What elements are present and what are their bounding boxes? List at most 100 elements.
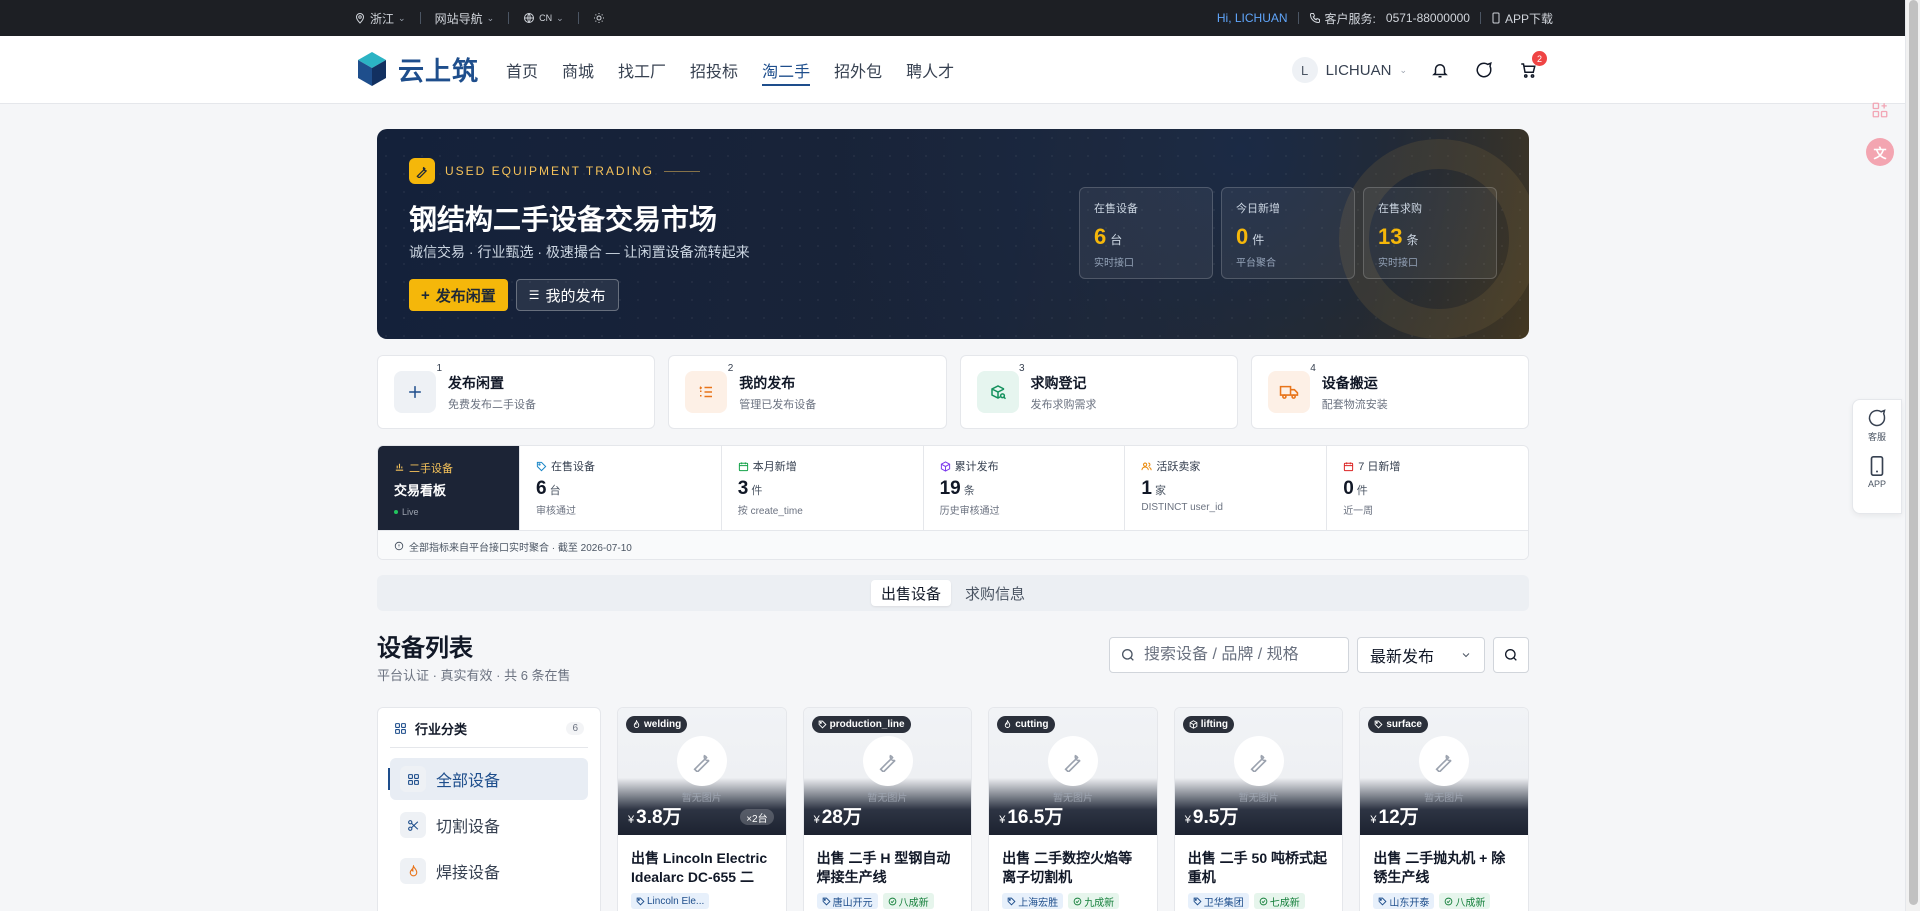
currency-symbol: ¥ bbox=[628, 814, 635, 826]
product-card[interactable]: surface 暂无图片 ¥12万 出售 二手抛丸机 + 除锈生产线 山东开泰 八… bbox=[1359, 707, 1529, 911]
tab-wanted[interactable]: 求购信息 bbox=[955, 580, 1035, 606]
product-card[interactable]: production_line 暂无图片 ¥28万 出售 二手 H 型钢自动焊接… bbox=[802, 707, 973, 911]
live-label: Live bbox=[402, 507, 419, 517]
notification-button[interactable] bbox=[1429, 59, 1451, 81]
quick-wanted-card[interactable]: 3 求购登记 发布求购需求 bbox=[959, 355, 1238, 429]
nav-mall[interactable]: 商城 bbox=[562, 38, 594, 102]
stat-value: 6 bbox=[1094, 224, 1107, 249]
metric-label: 累计发布 bbox=[954, 461, 999, 473]
nav-secondhand[interactable]: 淘二手 bbox=[762, 38, 811, 102]
category-badge-text: cutting bbox=[1015, 719, 1049, 730]
nav-factory[interactable]: 找工厂 bbox=[618, 38, 666, 102]
chat-icon bbox=[1868, 409, 1886, 427]
app-float-label: APP bbox=[1867, 479, 1886, 489]
language-selector[interactable]: CN ⌄ bbox=[523, 12, 564, 24]
sidebar-item-cutting[interactable]: 切割设备 bbox=[390, 804, 588, 846]
app-download-link[interactable]: APP下载 bbox=[1491, 10, 1553, 27]
quick-publish-card[interactable]: 1 发布闲置 免费发布二手设备 bbox=[377, 355, 656, 429]
location-selector[interactable]: 浙江 ⌄ bbox=[354, 10, 406, 27]
hero-tag-text: USED EQUIPMENT TRADING bbox=[445, 164, 654, 178]
category-badge-text: welding bbox=[644, 719, 682, 730]
category-badge-text: lifting bbox=[1200, 719, 1228, 730]
wrench-icon bbox=[862, 736, 913, 786]
tag-icon bbox=[1378, 897, 1387, 906]
sidebar-item-label: 焊接设备 bbox=[436, 865, 501, 882]
service-float-label: 客服 bbox=[1867, 432, 1886, 442]
tab-sell[interactable]: 出售设备 bbox=[870, 580, 951, 606]
my-posts-button[interactable]: ☰ 我的发布 bbox=[515, 279, 619, 311]
tag-icon bbox=[1193, 897, 1202, 906]
user-menu[interactable]: L LICHUAN ⌄ bbox=[1291, 57, 1407, 83]
quick-subtitle: 配套物流安装 bbox=[1321, 398, 1388, 411]
nav-home[interactable]: 首页 bbox=[506, 38, 538, 102]
cart-button[interactable]: 2 bbox=[1517, 51, 1547, 81]
nav-recruit[interactable]: 聘人才 bbox=[906, 38, 954, 102]
product-tag: 唐山开元 bbox=[816, 893, 878, 909]
user-greeting[interactable]: Hi, LICHUAN bbox=[1217, 11, 1288, 25]
product-card[interactable]: welding 暂无图片 ¥3.8万 ×2台 出售 Lincoln Electr… bbox=[617, 707, 787, 911]
site-nav-dropdown[interactable]: 网站导航 ⌄ bbox=[435, 10, 495, 27]
publish-button[interactable]: + 发布闲置 bbox=[409, 279, 508, 311]
currency-symbol: ¥ bbox=[813, 814, 820, 826]
product-tag-text: Lincoln Ele... bbox=[647, 895, 705, 907]
product-title[interactable]: 出售 二手 50 吨桥式起重机 bbox=[1175, 835, 1343, 887]
product-title[interactable]: 出售 二手 H 型钢自动焊接生产线 bbox=[804, 835, 972, 887]
quick-logistics-card[interactable]: 4 设备搬运 配套物流安装 bbox=[1250, 355, 1529, 429]
flame-icon bbox=[400, 858, 426, 884]
product-title[interactable]: 出售 二手抛丸机 + 除锈生产线 bbox=[1360, 835, 1528, 887]
product-title[interactable]: 出售 Lincoln Electric Idealarc DC-655 二手..… bbox=[618, 835, 786, 887]
service-float-button[interactable]: 客服 bbox=[1867, 408, 1887, 443]
metric-value: 19 bbox=[939, 478, 961, 499]
stat-value: 0 bbox=[1236, 224, 1249, 249]
scrollbar-thumb[interactable] bbox=[1909, 0, 1918, 905]
wrench-icon bbox=[1048, 736, 1099, 786]
category-badge: lifting bbox=[1182, 716, 1234, 733]
mobile-icon bbox=[1870, 456, 1884, 476]
add-widget-button[interactable] bbox=[1866, 96, 1894, 124]
scrollbar[interactable] bbox=[1905, 0, 1920, 911]
metric-value: 6 bbox=[536, 478, 547, 499]
category-title: 行业分类 bbox=[415, 722, 468, 737]
product-tag-text: 九成新 bbox=[1084, 897, 1115, 909]
dashboard-footer-text: 全部指标来自平台接口实时聚合 · 截至 2026-07-10 bbox=[409, 542, 632, 554]
metric-7day-new: 7 日新增 0件 近一周 bbox=[1326, 446, 1528, 530]
product-price: ¥12万 bbox=[1370, 802, 1418, 829]
wrench-icon bbox=[1419, 736, 1470, 786]
product-price: ¥3.8万 bbox=[628, 802, 682, 829]
language-label: CN bbox=[539, 13, 553, 23]
plus-icon: + bbox=[421, 286, 430, 304]
metric-unit: 台 bbox=[549, 485, 561, 497]
floating-service-panel: 客服 APP bbox=[1852, 399, 1902, 514]
hero-stat-on-sale: 在售设备 6台 实时接口 bbox=[1079, 187, 1213, 279]
search-box bbox=[1109, 637, 1349, 673]
search-input[interactable] bbox=[1144, 646, 1334, 664]
quantity-badge: ×2台 bbox=[740, 809, 774, 825]
theme-toggle[interactable] bbox=[593, 12, 605, 24]
metric-label: 活跃卖家 bbox=[1156, 461, 1201, 473]
sun-icon bbox=[593, 13, 604, 23]
product-tags: 山东开泰 八成新 bbox=[1360, 887, 1528, 909]
product-title[interactable]: 出售 二手数控火焰等离子切割机 bbox=[989, 835, 1157, 887]
product-tag: 上海宏胜 bbox=[1002, 893, 1064, 909]
product-price: ¥9.5万 bbox=[1185, 802, 1239, 829]
sort-select[interactable]: 最新发布 bbox=[1357, 637, 1485, 673]
product-price: ¥16.5万 bbox=[999, 802, 1063, 829]
site-nav-label: 网站导航 bbox=[434, 11, 483, 26]
grid-plus-icon bbox=[1872, 102, 1888, 118]
metric-month-new: 本月新增 3件 按 create_time bbox=[720, 446, 923, 530]
customer-service[interactable]: 客户服务: 0571-88000000 bbox=[1309, 10, 1470, 27]
translate-button[interactable]: 文 bbox=[1866, 138, 1894, 166]
grid-icon bbox=[400, 766, 426, 792]
app-float-button[interactable]: APP bbox=[1868, 455, 1886, 489]
product-card[interactable]: lifting 暂无图片 ¥9.5万 出售 二手 50 吨桥式起重机 卫华集团 七… bbox=[1173, 707, 1344, 911]
nav-outsourcing[interactable]: 招外包 bbox=[834, 38, 882, 102]
quick-subtitle: 管理已发布设备 bbox=[739, 398, 817, 411]
site-logo[interactable]: 云上筑 bbox=[356, 50, 479, 88]
search-button[interactable] bbox=[1493, 637, 1529, 673]
sidebar-item-all[interactable]: 全部设备 bbox=[388, 758, 588, 800]
quick-my-posts-card[interactable]: 2 我的发布 管理已发布设备 bbox=[668, 355, 947, 429]
sidebar-item-welding[interactable]: 焊接设备 bbox=[390, 850, 588, 892]
nav-bidding[interactable]: 招投标 bbox=[690, 38, 738, 102]
product-card[interactable]: cutting 暂无图片 ¥16.5万 出售 二手数控火焰等离子切割机 上海宏胜… bbox=[988, 707, 1158, 911]
message-button[interactable] bbox=[1473, 59, 1495, 81]
